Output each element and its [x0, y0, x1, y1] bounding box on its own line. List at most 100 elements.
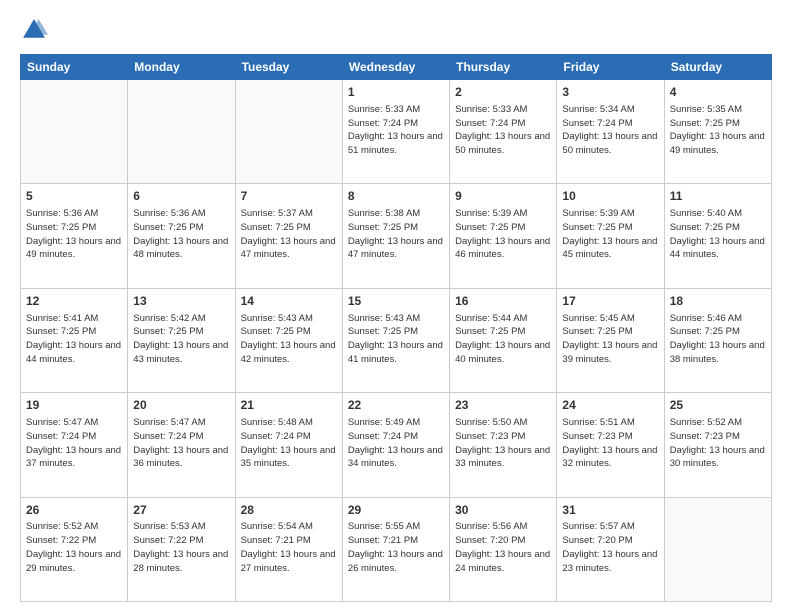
day-number: 21 — [241, 397, 337, 414]
day-info: Sunrise: 5:55 AM Sunset: 7:21 PM Dayligh… — [348, 520, 444, 575]
calendar-cell: 9 Sunrise: 5:39 AM Sunset: 7:25 PM Daylig… — [450, 184, 557, 288]
day-number: 31 — [562, 502, 658, 519]
day-info: Sunrise: 5:33 AM Sunset: 7:24 PM Dayligh… — [455, 103, 551, 158]
calendar-cell: 10 Sunrise: 5:39 AM Sunset: 7:25 PM Dayli… — [557, 184, 664, 288]
logo-icon — [20, 16, 48, 44]
calendar-cell: 25 Sunrise: 5:52 AM Sunset: 7:23 PM Dayli… — [664, 393, 771, 497]
weekday-header-row: SundayMondayTuesdayWednesdayThursdayFrid… — [21, 55, 772, 80]
calendar-cell: 18 Sunrise: 5:46 AM Sunset: 7:25 PM Dayli… — [664, 288, 771, 392]
day-info: Sunrise: 5:52 AM Sunset: 7:23 PM Dayligh… — [670, 416, 766, 471]
calendar-cell: 3 Sunrise: 5:34 AM Sunset: 7:24 PM Daylig… — [557, 80, 664, 184]
day-info: Sunrise: 5:36 AM Sunset: 7:25 PM Dayligh… — [133, 207, 229, 262]
weekday-header: Sunday — [21, 55, 128, 80]
day-info: Sunrise: 5:47 AM Sunset: 7:24 PM Dayligh… — [26, 416, 122, 471]
day-info: Sunrise: 5:34 AM Sunset: 7:24 PM Dayligh… — [562, 103, 658, 158]
day-info: Sunrise: 5:38 AM Sunset: 7:25 PM Dayligh… — [348, 207, 444, 262]
calendar-cell: 30Sunrise: 5:56 AM Sunset: 7:20 PM Dayli… — [450, 497, 557, 601]
day-info: Sunrise: 5:50 AM Sunset: 7:23 PM Dayligh… — [455, 416, 551, 471]
calendar-cell: 1 Sunrise: 5:33 AM Sunset: 7:24 PM Daylig… — [342, 80, 449, 184]
day-number: 25 — [670, 397, 766, 414]
day-number: 27 — [133, 502, 229, 519]
calendar-cell — [21, 80, 128, 184]
day-number: 26 — [26, 502, 122, 519]
day-number: 8 — [348, 188, 444, 205]
day-number: 24 — [562, 397, 658, 414]
calendar-cell: 19 Sunrise: 5:47 AM Sunset: 7:24 PM Dayli… — [21, 393, 128, 497]
day-number: 11 — [670, 188, 766, 205]
day-number: 22 — [348, 397, 444, 414]
day-number: 7 — [241, 188, 337, 205]
day-info: Sunrise: 5:35 AM Sunset: 7:25 PM Dayligh… — [670, 103, 766, 158]
day-info: Sunrise: 5:39 AM Sunset: 7:25 PM Dayligh… — [562, 207, 658, 262]
weekday-header: Monday — [128, 55, 235, 80]
weekday-header: Thursday — [450, 55, 557, 80]
calendar-cell: 17Sunrise: 5:45 AM Sunset: 7:25 PM Dayli… — [557, 288, 664, 392]
calendar-cell: 31Sunrise: 5:57 AM Sunset: 7:20 PM Dayli… — [557, 497, 664, 601]
calendar-cell: 15 Sunrise: 5:43 AM Sunset: 7:25 PM Dayli… — [342, 288, 449, 392]
day-info: Sunrise: 5:36 AM Sunset: 7:25 PM Dayligh… — [26, 207, 122, 262]
week-row: 19 Sunrise: 5:47 AM Sunset: 7:24 PM Dayli… — [21, 393, 772, 497]
day-number: 15 — [348, 293, 444, 310]
day-info: Sunrise: 5:48 AM Sunset: 7:24 PM Dayligh… — [241, 416, 337, 471]
calendar-cell: 4 Sunrise: 5:35 AM Sunset: 7:25 PM Daylig… — [664, 80, 771, 184]
calendar-cell: 20Sunrise: 5:47 AM Sunset: 7:24 PM Dayli… — [128, 393, 235, 497]
day-number: 29 — [348, 502, 444, 519]
calendar-cell: 24 Sunrise: 5:51 AM Sunset: 7:23 PM Dayli… — [557, 393, 664, 497]
header — [20, 16, 772, 44]
calendar-cell: 26Sunrise: 5:52 AM Sunset: 7:22 PM Dayli… — [21, 497, 128, 601]
logo — [20, 16, 52, 44]
day-number: 9 — [455, 188, 551, 205]
day-number: 18 — [670, 293, 766, 310]
day-info: Sunrise: 5:43 AM Sunset: 7:25 PM Dayligh… — [348, 312, 444, 367]
calendar-cell: 6 Sunrise: 5:36 AM Sunset: 7:25 PM Daylig… — [128, 184, 235, 288]
day-number: 3 — [562, 84, 658, 101]
calendar-cell: 28Sunrise: 5:54 AM Sunset: 7:21 PM Dayli… — [235, 497, 342, 601]
day-number: 23 — [455, 397, 551, 414]
calendar-cell: 14 Sunrise: 5:43 AM Sunset: 7:25 PM Dayli… — [235, 288, 342, 392]
calendar-cell: 16 Sunrise: 5:44 AM Sunset: 7:25 PM Dayli… — [450, 288, 557, 392]
week-row: 5Sunrise: 5:36 AM Sunset: 7:25 PM Daylig… — [21, 184, 772, 288]
calendar-cell: 8 Sunrise: 5:38 AM Sunset: 7:25 PM Daylig… — [342, 184, 449, 288]
calendar-cell: 23 Sunrise: 5:50 AM Sunset: 7:23 PM Dayli… — [450, 393, 557, 497]
day-number: 1 — [348, 84, 444, 101]
day-number: 12 — [26, 293, 122, 310]
day-info: Sunrise: 5:44 AM Sunset: 7:25 PM Dayligh… — [455, 312, 551, 367]
calendar-cell: 2Sunrise: 5:33 AM Sunset: 7:24 PM Daylig… — [450, 80, 557, 184]
day-info: Sunrise: 5:52 AM Sunset: 7:22 PM Dayligh… — [26, 520, 122, 575]
calendar-cell — [128, 80, 235, 184]
day-number: 28 — [241, 502, 337, 519]
day-info: Sunrise: 5:37 AM Sunset: 7:25 PM Dayligh… — [241, 207, 337, 262]
day-info: Sunrise: 5:56 AM Sunset: 7:20 PM Dayligh… — [455, 520, 551, 575]
weekday-header: Tuesday — [235, 55, 342, 80]
day-info: Sunrise: 5:57 AM Sunset: 7:20 PM Dayligh… — [562, 520, 658, 575]
day-info: Sunrise: 5:43 AM Sunset: 7:25 PM Dayligh… — [241, 312, 337, 367]
calendar-cell: 7 Sunrise: 5:37 AM Sunset: 7:25 PM Daylig… — [235, 184, 342, 288]
day-number: 16 — [455, 293, 551, 310]
day-info: Sunrise: 5:46 AM Sunset: 7:25 PM Dayligh… — [670, 312, 766, 367]
weekday-header: Friday — [557, 55, 664, 80]
day-number: 10 — [562, 188, 658, 205]
day-number: 19 — [26, 397, 122, 414]
calendar-cell: 11Sunrise: 5:40 AM Sunset: 7:25 PM Dayli… — [664, 184, 771, 288]
day-info: Sunrise: 5:33 AM Sunset: 7:24 PM Dayligh… — [348, 103, 444, 158]
day-number: 14 — [241, 293, 337, 310]
day-info: Sunrise: 5:51 AM Sunset: 7:23 PM Dayligh… — [562, 416, 658, 471]
calendar-cell: 5Sunrise: 5:36 AM Sunset: 7:25 PM Daylig… — [21, 184, 128, 288]
day-number: 6 — [133, 188, 229, 205]
calendar-table: SundayMondayTuesdayWednesdayThursdayFrid… — [20, 54, 772, 602]
calendar-cell — [235, 80, 342, 184]
day-number: 17 — [562, 293, 658, 310]
calendar-cell: 12Sunrise: 5:41 AM Sunset: 7:25 PM Dayli… — [21, 288, 128, 392]
day-number: 4 — [670, 84, 766, 101]
day-info: Sunrise: 5:53 AM Sunset: 7:22 PM Dayligh… — [133, 520, 229, 575]
page: SundayMondayTuesdayWednesdayThursdayFrid… — [0, 0, 792, 612]
calendar-cell: 27Sunrise: 5:53 AM Sunset: 7:22 PM Dayli… — [128, 497, 235, 601]
calendar-cell — [664, 497, 771, 601]
day-info: Sunrise: 5:49 AM Sunset: 7:24 PM Dayligh… — [348, 416, 444, 471]
day-info: Sunrise: 5:54 AM Sunset: 7:21 PM Dayligh… — [241, 520, 337, 575]
week-row: 1 Sunrise: 5:33 AM Sunset: 7:24 PM Daylig… — [21, 80, 772, 184]
day-info: Sunrise: 5:39 AM Sunset: 7:25 PM Dayligh… — [455, 207, 551, 262]
day-number: 20 — [133, 397, 229, 414]
calendar-cell: 22 Sunrise: 5:49 AM Sunset: 7:24 PM Dayli… — [342, 393, 449, 497]
week-row: 26Sunrise: 5:52 AM Sunset: 7:22 PM Dayli… — [21, 497, 772, 601]
